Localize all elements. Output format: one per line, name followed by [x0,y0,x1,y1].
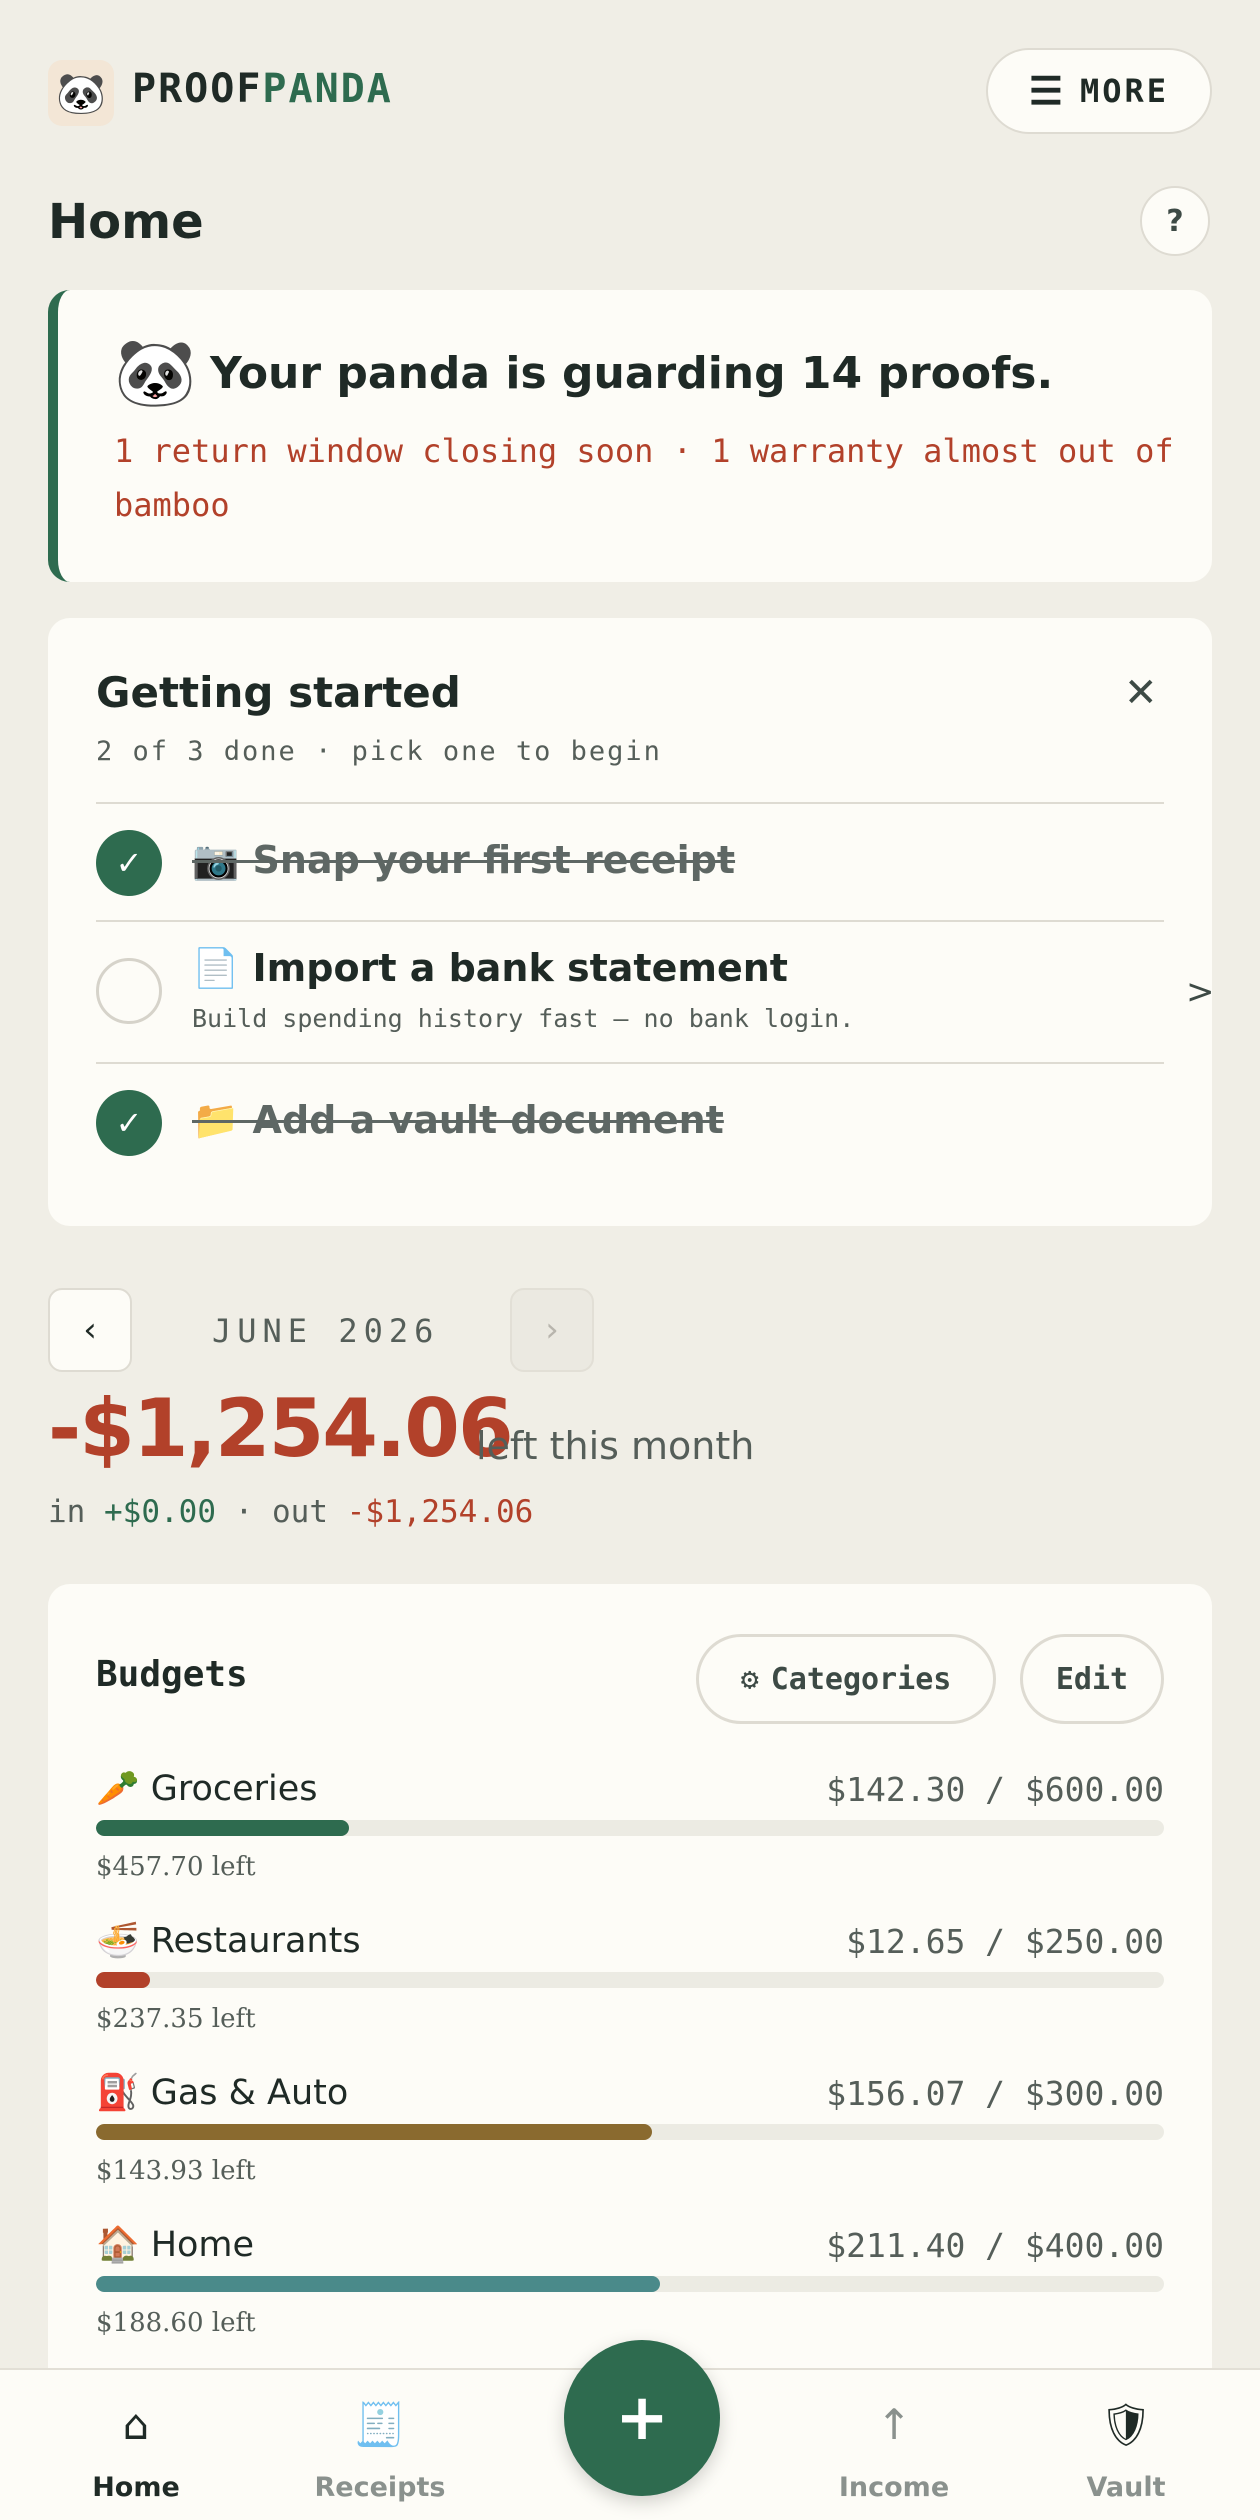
arrow-up-icon: ↑ [876,2400,912,2449]
budget-progress-fill [96,2276,661,2292]
nav-receipts[interactable]: 🧾 Receipts [290,2400,470,2503]
in-out-summary: in +$0.00 · out -$1,254.06 [48,1494,533,1530]
budget-row[interactable]: 🥕 Groceries $142.30 / $600.00 $457.70 left [96,1768,1164,1898]
status-card: 🐼 Your panda is guarding 14 proofs. 1 re… [48,290,1212,582]
budget-amount: $211.40 / $400.00 [826,2226,1164,2265]
budget-progress-fill [96,2124,652,2140]
out-label: out [272,1494,328,1530]
more-label: MORE [1080,72,1170,110]
budget-amount: $12.65 / $250.00 [846,1922,1164,1961]
budget-row[interactable]: 🍜 Restaurants $12.65 / $250.00 $237.35 lef… [96,1920,1164,2050]
nav-vault[interactable]: 🛡 Vault [1036,2400,1216,2503]
more-menu-button[interactable]: ☰ MORE [986,48,1212,134]
close-icon[interactable]: ✕ [1124,670,1158,716]
budget-category-name: 🥕 Groceries [96,1769,318,1809]
edit-budgets-button[interactable]: Edit [1020,1634,1164,1724]
nav-label: Receipts [314,2472,446,2503]
plus-icon: + [615,2381,669,2455]
empty-circle-icon [96,958,162,1024]
nav-income[interactable]: ↑ Income [804,2400,984,2503]
budget-progress-bar [96,1972,1164,1988]
previous-month-button[interactable]: ‹ [48,1288,132,1372]
checkmark-icon: ✓ [96,830,162,896]
gear-icon: ⚙ [740,1661,759,1697]
budget-remaining: $237.35 left [96,2004,256,2034]
checklist-item-label: 📷 Snap your first receipt [192,838,736,882]
current-month-label: JUNE 2026 [212,1312,440,1350]
checklist-item-label: 📄 Import a bank statement [192,946,788,990]
budget-amount: $142.30 / $600.00 [826,1770,1164,1809]
budget-category-name: 🏠 Home [96,2225,255,2265]
budget-category-name: 🍜 Restaurants [96,1921,361,1961]
nav-home[interactable]: ⌂ Home [46,2400,226,2503]
checkmark-icon: ✓ [96,1090,162,1156]
chevron-left-icon: ‹ [83,1310,97,1350]
categories-button[interactable]: ⚙ Categories [696,1634,996,1724]
budgets-title: Budgets [96,1654,248,1695]
income-total: +$0.00 [104,1494,216,1530]
checklist-item-vault-document[interactable]: ✓ 📁 Add a vault document [96,1062,1164,1180]
receipt-icon: 🧾 [353,2400,407,2449]
budget-row[interactable]: 🏠 Home $211.40 / $400.00 $188.60 left [96,2224,1164,2354]
panda-logo-icon: 🐼 [48,60,114,126]
budget-progress-fill [96,1820,350,1836]
top-bar: 🐼 PROOFPANDA ☰ MORE [48,48,1212,134]
checklist-item-import-statement[interactable]: 📄 Import a bank statement Build spending… [96,920,1215,1062]
budget-amount: $156.07 / $300.00 [826,2074,1164,2113]
budget-remaining: $188.60 left [96,2308,256,2338]
getting-started-progress: 2 of 3 done · pick one to begin [96,736,662,767]
status-alerts: 1 return window closing soon · 1 warrant… [114,432,1174,524]
budget-progress-fill [96,1972,151,1988]
home-icon: ⌂ [122,2400,150,2449]
budget-category-name: ⛽ Gas & Auto [96,2073,349,2113]
checklist-item-description: Build spending history fast — no bank lo… [192,1004,855,1033]
panda-icon: 🐼 [114,334,197,411]
brand-name: PROOFPANDA [132,66,393,112]
chevron-right-icon: › [545,1310,559,1350]
brand-part-2: PANDA [262,66,393,112]
add-button[interactable]: + [564,2340,720,2496]
hamburger-icon: ☰ [1028,69,1066,113]
next-month-button[interactable]: › [510,1288,594,1372]
shield-icon: 🛡 [1099,2400,1153,2449]
chevron-right-icon: > [1186,972,1215,1012]
page-title: Home [48,194,204,250]
budget-remaining: $457.70 left [96,1852,256,1882]
budget-progress-bar [96,2124,1164,2140]
categories-label: Categories [770,1661,952,1697]
budget-progress-bar [96,1820,1164,1836]
getting-started-title: Getting started [96,668,461,717]
budget-row[interactable]: ⛽ Gas & Auto $156.07 / $300.00 $143.93 lef… [96,2072,1164,2202]
getting-started-card: Getting started ✕ 2 of 3 done · pick one… [48,618,1215,1226]
budget-remaining: $143.93 left [96,2156,256,2186]
brand-part-1: PROOF [132,66,263,112]
budget-progress-bar [96,2276,1164,2292]
separator: · [234,1494,254,1530]
monthly-balance: -$1,254.06 [48,1382,514,1475]
nav-label: Vault [1086,2472,1166,2503]
checklist-item-snap-receipt[interactable]: ✓ 📷 Snap your first receipt [96,802,1164,920]
nav-label: Home [92,2472,180,2503]
nav-label: Income [838,2472,950,2503]
spending-total: -$1,254.06 [346,1494,534,1530]
in-label: in [48,1494,86,1530]
checklist-item-label: 📁 Add a vault document [192,1098,724,1142]
balance-caption: left this month [476,1424,755,1468]
status-headline: Your panda is guarding 14 proofs. [210,348,1054,399]
help-button[interactable]: ? [1140,186,1210,256]
